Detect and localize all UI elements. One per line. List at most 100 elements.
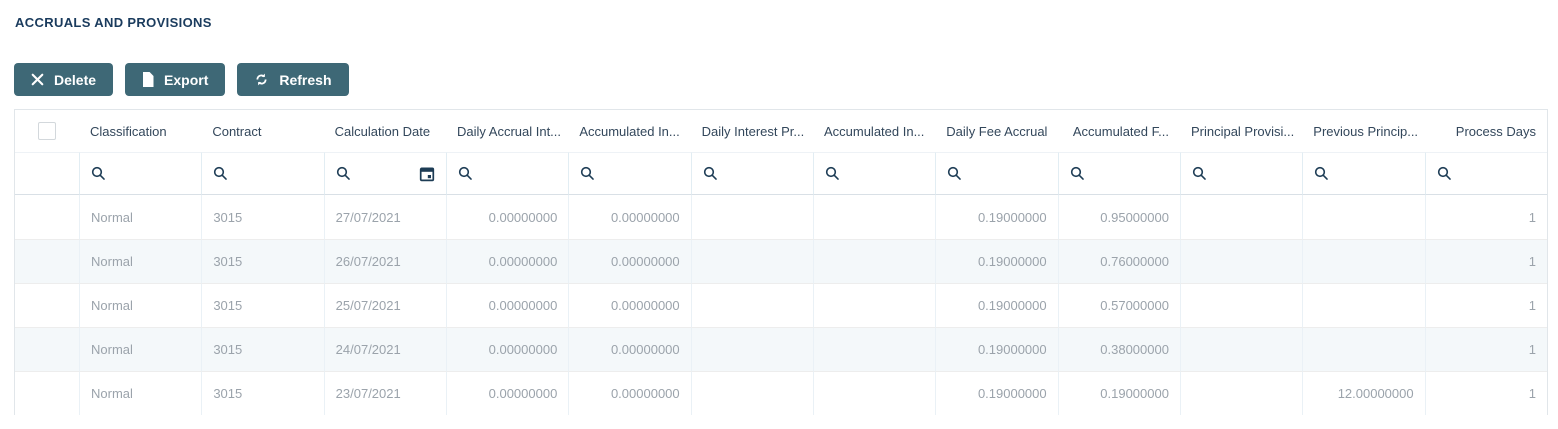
search-icon[interactable] <box>947 166 962 181</box>
column-header-principal_provision[interactable]: Principal Provisi... <box>1179 110 1303 152</box>
cell-accumulated_fee: 0.19000000 <box>1057 371 1180 415</box>
page-title: ACCRUALS AND PROVISIONS <box>15 15 212 30</box>
calendar-icon[interactable] <box>419 166 435 182</box>
filter-input-accumulated_interest_provision[interactable] <box>845 166 925 181</box>
filter-cell-select <box>15 152 79 195</box>
cell-contract: 3015 <box>201 239 324 283</box>
cell-accumulated_fee: 0.76000000 <box>1057 239 1180 283</box>
table-row[interactable]: Normal 3015 25/07/2021 0.00000000 0.00000000… <box>15 283 1547 327</box>
filter-input-classification[interactable] <box>112 166 191 181</box>
refresh-icon <box>254 72 269 87</box>
cell-process_days: 1 <box>1424 283 1547 327</box>
cell-previous_principal <box>1302 195 1425 239</box>
filter-cell-calculation_date[interactable] <box>323 152 446 195</box>
search-icon[interactable] <box>703 166 718 181</box>
search-icon[interactable] <box>1437 166 1452 181</box>
cell-daily_interest_provision <box>690 371 813 415</box>
search-icon[interactable] <box>458 166 473 181</box>
filter-input-daily_accrual_interest[interactable] <box>478 166 558 181</box>
table-row[interactable]: Normal 3015 24/07/2021 0.00000000 0.00000000… <box>15 327 1547 371</box>
search-icon[interactable] <box>580 166 595 181</box>
cell-classification: Normal <box>79 195 202 239</box>
table-row[interactable]: Normal 3015 23/07/2021 0.00000000 0.00000000… <box>15 371 1547 415</box>
cell-select <box>15 371 79 415</box>
column-header-daily_accrual_interest[interactable]: Daily Accrual Int... <box>445 110 569 152</box>
cell-calculation_date: 25/07/2021 <box>323 283 446 327</box>
filter-input-calculation_date[interactable] <box>356 166 413 181</box>
filter-cell-accumulated_interest_provision[interactable] <box>812 152 936 195</box>
column-header-daily_fee_accrual[interactable]: Daily Fee Accrual <box>935 110 1058 152</box>
column-header-label: Daily Interest Pr... <box>701 123 805 139</box>
filter-input-previous_principal[interactable] <box>1335 166 1414 181</box>
cell-contract: 3015 <box>201 283 324 327</box>
column-header-accumulated_fee[interactable]: Accumulated F... <box>1057 110 1180 152</box>
refresh-button[interactable]: Refresh <box>237 63 349 96</box>
filter-input-process_days[interactable] <box>1457 166 1536 181</box>
filter-cell-daily_accrual_interest[interactable] <box>445 152 569 195</box>
filter-input-daily_fee_accrual[interactable] <box>968 166 1047 181</box>
grid-body: Normal 3015 27/07/2021 0.00000000 0.00000000… <box>15 195 1547 415</box>
search-icon[interactable] <box>825 166 840 181</box>
filter-cell-daily_interest_provision[interactable] <box>690 152 813 195</box>
filter-cell-process_days[interactable] <box>1424 152 1547 195</box>
column-header-daily_interest_provision[interactable]: Daily Interest Pr... <box>690 110 813 152</box>
column-header-label: Classification <box>90 123 167 139</box>
search-icon[interactable] <box>91 166 106 181</box>
header-row: Classification Contract Calculation Date Da… <box>15 110 1547 152</box>
filter-input-accumulated_interest[interactable] <box>601 166 680 181</box>
search-icon[interactable] <box>336 166 351 181</box>
column-header-contract[interactable]: Contract <box>201 110 324 152</box>
filter-cell-previous_principal[interactable] <box>1302 152 1425 195</box>
search-icon[interactable] <box>213 166 228 181</box>
filter-input-accumulated_fee[interactable] <box>1090 166 1169 181</box>
search-icon[interactable] <box>1314 166 1329 181</box>
cell-process_days: 1 <box>1424 371 1547 415</box>
export-button[interactable]: Export <box>125 63 226 96</box>
select-all-checkbox[interactable] <box>38 122 56 140</box>
column-header-process_days[interactable]: Process Days <box>1424 110 1547 152</box>
column-header-classification[interactable]: Classification <box>79 110 202 152</box>
search-icon[interactable] <box>1070 166 1085 181</box>
column-header-previous_principal[interactable]: Previous Princip... <box>1302 110 1425 152</box>
filter-cell-contract[interactable] <box>201 152 324 195</box>
filter-input-principal_provision[interactable] <box>1212 166 1292 181</box>
cell-select <box>15 283 79 327</box>
search-icon[interactable] <box>1192 166 1207 181</box>
filter-cell-classification[interactable] <box>79 152 202 195</box>
column-header-calculation_date[interactable]: Calculation Date <box>323 110 446 152</box>
filter-input-daily_interest_provision[interactable] <box>723 166 802 181</box>
column-header-label: Daily Fee Accrual <box>946 123 1048 139</box>
cell-accumulated_interest: 0.00000000 <box>568 283 691 327</box>
delete-button[interactable]: Delete <box>14 63 114 96</box>
table-row[interactable]: Normal 3015 27/07/2021 0.00000000 0.00000000… <box>15 195 1547 239</box>
table-row[interactable]: Normal 3015 26/07/2021 0.00000000 0.00000000… <box>15 239 1547 283</box>
column-header-label: Daily Accrual Int... <box>456 123 562 139</box>
filter-input-contract[interactable] <box>234 166 313 181</box>
column-header-accumulated_interest[interactable]: Accumulated In... <box>568 110 691 152</box>
filter-cell-principal_provision[interactable] <box>1179 152 1303 195</box>
cell-calculation_date: 27/07/2021 <box>323 195 446 239</box>
x-icon <box>31 73 44 86</box>
filter-cell-accumulated_fee[interactable] <box>1057 152 1180 195</box>
cell-accumulated_interest_provision <box>812 283 936 327</box>
filter-cell-accumulated_interest[interactable] <box>568 152 691 195</box>
export-button-label: Export <box>164 71 209 88</box>
cell-classification: Normal <box>79 283 202 327</box>
cell-contract: 3015 <box>201 327 324 371</box>
column-header-select[interactable] <box>15 110 79 152</box>
cell-principal_provision <box>1179 239 1303 283</box>
cell-daily_accrual_interest: 0.00000000 <box>445 239 569 283</box>
cell-select <box>15 239 79 283</box>
cell-select <box>15 327 79 371</box>
column-header-label: Accumulated F... <box>1072 123 1169 139</box>
column-header-accumulated_interest_provision[interactable]: Accumulated In... <box>812 110 936 152</box>
cell-select <box>15 195 79 239</box>
cell-accumulated_fee: 0.38000000 <box>1057 327 1180 371</box>
document-icon <box>142 72 154 87</box>
cell-daily_fee_accrual: 0.19000000 <box>935 239 1058 283</box>
cell-process_days: 1 <box>1424 239 1547 283</box>
cell-previous_principal: 12.00000000 <box>1302 371 1425 415</box>
filter-cell-daily_fee_accrual[interactable] <box>935 152 1058 195</box>
cell-accumulated_interest_provision <box>812 327 936 371</box>
cell-principal_provision <box>1179 283 1303 327</box>
